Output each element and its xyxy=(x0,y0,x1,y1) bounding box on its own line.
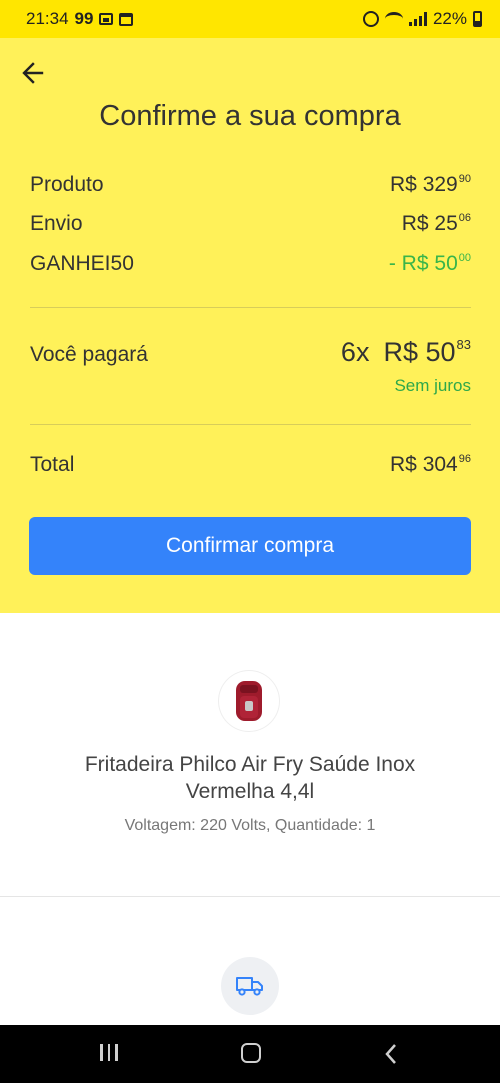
summary-label: Envio xyxy=(30,212,83,235)
divider xyxy=(30,424,471,425)
divider xyxy=(30,307,471,308)
summary-amount: R$ 2506 xyxy=(401,212,471,235)
back-button[interactable] xyxy=(20,60,50,86)
summary-amount: R$ 32990 xyxy=(390,173,471,196)
summary-label: Produto xyxy=(30,173,104,196)
payment-label: Você pagará xyxy=(30,343,148,366)
status-right: 22% xyxy=(362,9,482,29)
product-image xyxy=(219,671,279,731)
page-title: Confirme a sua compra xyxy=(99,100,401,132)
section-divider xyxy=(0,896,500,897)
arrow-left-icon xyxy=(22,62,44,84)
interest-free-note: Sem juros xyxy=(394,376,471,395)
status-left: 21:34 99 xyxy=(26,9,134,29)
installment-amount: 6x R$ 5083 xyxy=(340,337,471,367)
summary-row-product: Produto R$ 32990 xyxy=(30,173,471,197)
total-amount: R$ 30496 xyxy=(390,453,471,476)
total-row: Total R$ 30496 xyxy=(30,453,471,477)
product-title: Fritadeira Philco Air Fry Saúde Inox Ver… xyxy=(84,753,416,803)
shipping-icon-badge xyxy=(221,957,279,1015)
truck-icon xyxy=(236,977,263,996)
total-label: Total xyxy=(30,453,75,476)
product-details: Voltagem: 220 Volts, Quantidade: 1 xyxy=(124,817,376,834)
recent-apps-button[interactable] xyxy=(100,1044,118,1061)
battery-percent: 22% xyxy=(432,9,467,28)
confirm-purchase-button[interactable]: Confirmar compra xyxy=(29,517,471,575)
alarm-icon xyxy=(362,11,379,27)
summary-row-coupon: GANHEI50 - R$ 5000 xyxy=(30,252,471,276)
status-time: 21:34 xyxy=(26,9,69,28)
status-bar: 21:34 99 22% xyxy=(0,0,500,38)
signal-icon xyxy=(408,12,427,26)
home-button[interactable] xyxy=(241,1043,261,1063)
notification-badge: 99 xyxy=(74,9,94,28)
calendar-icon xyxy=(119,12,134,26)
air-fryer-image xyxy=(236,681,262,721)
battery-icon xyxy=(473,11,482,27)
nav-back-icon[interactable] xyxy=(384,1043,398,1065)
checkout-summary-panel: Confirme a sua compra Produto R$ 32990 E… xyxy=(0,38,500,613)
gallery-icon xyxy=(99,13,114,25)
payment-row: Você pagará 6x R$ 5083 xyxy=(30,337,471,368)
wifi-icon xyxy=(384,12,403,26)
system-nav-bar xyxy=(0,1025,500,1083)
summary-row-shipping: Envio R$ 2506 xyxy=(30,212,471,236)
discount-amount: - R$ 5000 xyxy=(388,252,471,275)
coupon-code: GANHEI50 xyxy=(30,252,134,275)
